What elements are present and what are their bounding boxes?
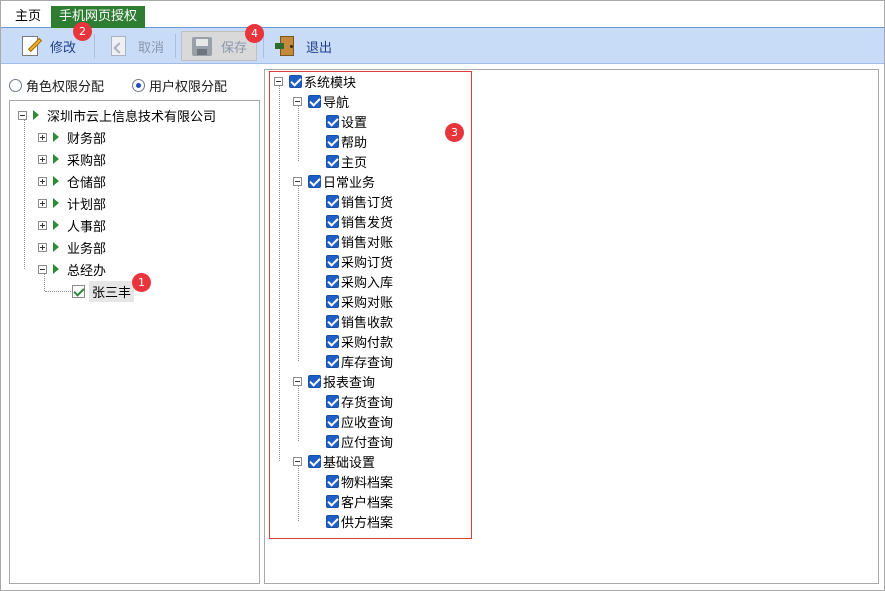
- exit-button[interactable]: 退出: [267, 31, 340, 61]
- annotation-badge-1: 1: [132, 273, 151, 292]
- collapse-icon[interactable]: [38, 264, 47, 274]
- org-dept-node[interactable]: 财务部: [38, 127, 106, 147]
- org-dept-node[interactable]: 业务部: [38, 237, 106, 257]
- user-assignment-radio[interactable]: 用户权限分配: [132, 76, 227, 95]
- node-arrow-icon: [53, 132, 59, 142]
- annotation-badge-2: 2: [73, 22, 92, 41]
- exit-button-label: 退出: [306, 40, 333, 56]
- radio-button-icon: [9, 78, 22, 92]
- org-tree-panel: 深圳市云上信息技术有限公司 财务部 采购部 仓储部 计划部 人事部 业务部 总经…: [9, 100, 260, 584]
- org-dept-node[interactable]: 计划部: [38, 193, 106, 213]
- edit-button-label: 修改: [50, 40, 77, 56]
- dept-label: 业务部: [67, 241, 107, 257]
- radio-button-selected-icon: [132, 78, 146, 92]
- save-button-label: 保存: [221, 40, 248, 56]
- cancel-button[interactable]: 取消: [99, 31, 172, 61]
- node-arrow-icon: [53, 198, 59, 208]
- node-arrow-icon: [33, 110, 39, 120]
- floppy-disk-icon: [190, 34, 214, 58]
- expand-icon[interactable]: [38, 154, 47, 164]
- exit-door-icon: [275, 34, 299, 58]
- dept-label: 总经办: [67, 263, 107, 279]
- expand-icon[interactable]: [38, 132, 47, 142]
- node-arrow-icon: [53, 220, 59, 230]
- tab-strip: 主页 手机网页授权: [1, 1, 884, 28]
- org-dept-node[interactable]: 仓储部: [38, 171, 106, 191]
- dept-label: 计划部: [67, 197, 107, 213]
- toolbar: 修改 取消 保存 退出: [1, 28, 884, 64]
- dept-label: 财务部: [67, 131, 107, 147]
- dept-label: 人事部: [67, 219, 107, 235]
- org-root-label: 深圳市云上信息技术有限公司: [47, 109, 217, 125]
- dept-label: 仓储部: [67, 175, 107, 191]
- dept-label: 采购部: [67, 153, 107, 169]
- toolbar-separator: [263, 34, 264, 58]
- edit-icon: [19, 34, 43, 58]
- user-node[interactable]: 张三丰: [72, 280, 135, 302]
- tab-mobile-web-auth[interactable]: 手机网页授权: [51, 6, 146, 28]
- tab-home[interactable]: 主页: [7, 6, 49, 28]
- highlight-box: [269, 71, 472, 539]
- annotation-badge-3: 3: [445, 123, 464, 142]
- cancel-button-label: 取消: [138, 40, 165, 56]
- annotation-badge-4: 4: [245, 24, 264, 43]
- node-arrow-icon: [53, 176, 59, 186]
- org-dept-node[interactable]: 总经办: [38, 259, 106, 279]
- org-dept-node[interactable]: 采购部: [38, 149, 106, 169]
- role-assignment-radio[interactable]: 角色权限分配: [9, 76, 104, 95]
- org-tree-root[interactable]: 深圳市云上信息技术有限公司: [18, 105, 216, 125]
- node-arrow-icon: [53, 264, 59, 274]
- undo-icon: [107, 34, 131, 58]
- expand-icon[interactable]: [38, 220, 47, 230]
- app-window: 主页 手机网页授权 修改 取消 保存 退出 角色权限分配 用户权限分配 深圳市云…: [0, 0, 885, 591]
- expand-icon[interactable]: [38, 198, 47, 208]
- user-label: 张三丰: [89, 280, 135, 302]
- org-dept-node[interactable]: 人事部: [38, 215, 106, 235]
- toolbar-separator: [94, 34, 95, 58]
- expand-icon[interactable]: [38, 242, 47, 252]
- assignment-mode-radios: 角色权限分配 用户权限分配: [9, 74, 227, 96]
- collapse-icon[interactable]: [18, 110, 27, 120]
- expand-icon[interactable]: [38, 176, 47, 186]
- node-arrow-icon: [53, 242, 59, 252]
- checkbox-checked-icon[interactable]: [72, 284, 85, 298]
- toolbar-separator: [175, 34, 176, 58]
- node-arrow-icon: [53, 154, 59, 164]
